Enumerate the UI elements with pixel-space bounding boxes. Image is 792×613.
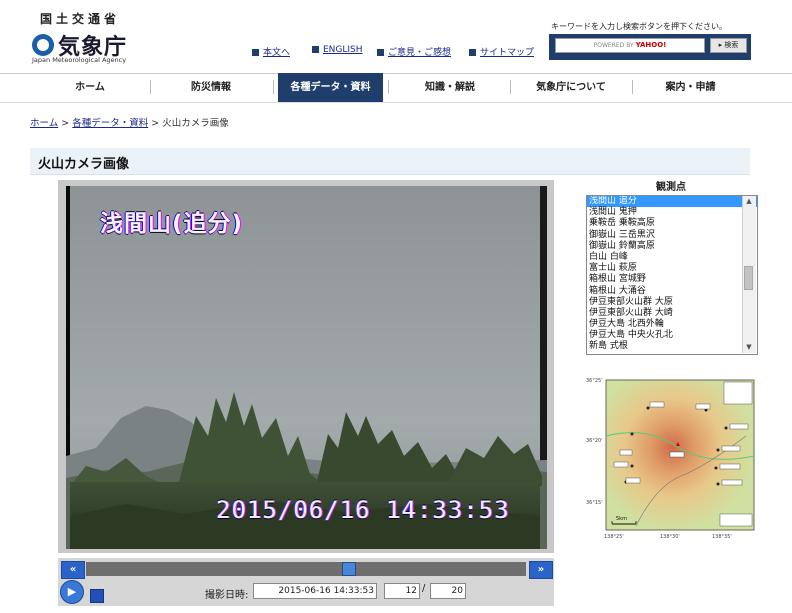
observation-point-item[interactable]: 伊豆大島 北西外輪 [587, 319, 757, 330]
observation-point-item[interactable]: 浅間山 追分 [587, 196, 757, 208]
observation-point-item[interactable]: 新島 式根 [587, 341, 757, 352]
map-lon-tick: 138°30' [660, 534, 680, 540]
observation-point-item[interactable]: 浅間山 鬼押 [587, 207, 757, 218]
breadcrumb-home[interactable]: ホーム [30, 118, 58, 129]
page-title-bar [30, 148, 750, 175]
map-lat-tick: 36°15' [586, 500, 603, 506]
nav-home[interactable]: ホーム [30, 73, 150, 102]
search-button[interactable]: ▸ 検索 [710, 38, 747, 53]
link-skip-to-content[interactable]: 本文へ [252, 45, 290, 58]
jma-logo-icon[interactable] [32, 34, 54, 56]
observation-point-item[interactable]: 箱根山 宮城野 [587, 274, 757, 285]
header-divider [0, 102, 792, 103]
bullet-icon [312, 46, 319, 53]
scroll-down-icon[interactable]: ▼ [743, 342, 755, 353]
bullet-icon [469, 49, 476, 56]
page-title: 火山カメラ画像 [38, 157, 130, 172]
yahoo-logo: YAHOO! [635, 41, 667, 49]
nav-data-materials[interactable]: 各種データ・資料 [278, 73, 383, 102]
scroll-up-icon[interactable]: ▲ [743, 196, 755, 207]
bullet-icon [252, 49, 259, 56]
stop-icon[interactable] [90, 589, 104, 603]
frame-slider[interactable] [86, 562, 526, 576]
breadcrumb-data[interactable]: 各種データ・資料 [72, 118, 148, 129]
double-left-arrow-icon[interactable]: « [61, 561, 85, 579]
frame-separator: / [422, 583, 426, 594]
observation-points-title: 観測点 [656, 182, 686, 193]
nav-guide[interactable]: 案内・申請 [633, 73, 748, 102]
map-lon-tick: 138°35' [712, 534, 732, 540]
observation-point-item[interactable]: 白山 白峰 [587, 252, 757, 263]
camera-timestamp-overlay: 2015/06/16 14:33:53 [216, 496, 510, 524]
map-scale-label: 5km [616, 516, 627, 522]
location-map[interactable]: 5km 36°25' 36°20' 36°15' 138°25' 138°30'… [586, 376, 758, 540]
map-lat-tick: 36°20' [586, 438, 603, 444]
search-input[interactable]: POWERED BY YAHOO! [555, 38, 705, 53]
link-sitemap[interactable]: サイトマップ [469, 45, 534, 58]
agency-english-name: Japan Meteorological Agency [32, 56, 127, 64]
camera-station-overlay: 浅間山(追分) [100, 211, 244, 237]
nav-knowledge[interactable]: 知識・解説 [390, 73, 510, 102]
frame-slider-thumb[interactable] [341, 562, 356, 576]
frame-current-field[interactable]: 12 [384, 583, 420, 599]
datetime-field[interactable]: 2015-06-16 14:33:53 [253, 583, 377, 599]
play-icon[interactable]: ▶ [60, 580, 84, 604]
observation-point-item[interactable]: 乗鞍岳 乗鞍高原 [587, 218, 757, 229]
breadcrumb-current: 火山カメラ画像 [162, 118, 229, 129]
location-map-graphic: 5km 36°25' 36°20' 36°15' 138°25' 138°30'… [586, 378, 755, 540]
nav-divider [388, 80, 389, 94]
observation-point-item[interactable]: 御嶽山 鈴蘭高原 [587, 241, 757, 252]
camera-image [66, 186, 547, 549]
scrollbar-thumb[interactable] [744, 266, 753, 290]
map-lon-tick: 138°25' [604, 534, 624, 540]
observation-point-item[interactable]: 伊豆東部火山群 大崎 [587, 308, 757, 319]
observation-point-item[interactable]: 御嶽山 三岳黒沢 [587, 230, 757, 241]
double-right-arrow-icon[interactable]: » [529, 561, 553, 579]
observation-point-item[interactable]: 伊豆東部火山群 大原 [587, 297, 757, 308]
link-feedback[interactable]: ご意見・ご感想 [377, 45, 451, 58]
frame-total-field: 20 [430, 583, 466, 599]
bullet-icon [377, 49, 384, 56]
observation-points-list[interactable]: 浅間山 追分 浅間山 鬼押 乗鞍岳 乗鞍高原 御嶽山 三岳黒沢 御嶽山 鈴蘭高原 白山 白… [586, 195, 758, 355]
camera-scene [66, 186, 547, 549]
search-hint: キーワードを入力し検索ボタンを押下ください。 [551, 22, 727, 31]
observation-point-item[interactable]: 伊豆大島 中央火孔北 [587, 330, 757, 341]
nav-disaster-info[interactable]: 防災情報 [151, 73, 271, 102]
ministry-name: 国土交通省 [40, 12, 121, 26]
map-lat-tick: 36°25' [586, 378, 603, 384]
link-english[interactable]: ENGLISH [312, 45, 363, 55]
observation-point-item[interactable]: 富士山 萩原 [587, 263, 757, 274]
datetime-label: 撮影日時: [205, 590, 249, 601]
breadcrumb: ホーム > 各種データ・資料 > 火山カメラ画像 [30, 118, 229, 129]
observation-point-item[interactable]: 箱根山 大涌谷 [587, 286, 757, 297]
nav-divider [273, 80, 274, 94]
nav-about[interactable]: 気象庁について [511, 73, 631, 102]
